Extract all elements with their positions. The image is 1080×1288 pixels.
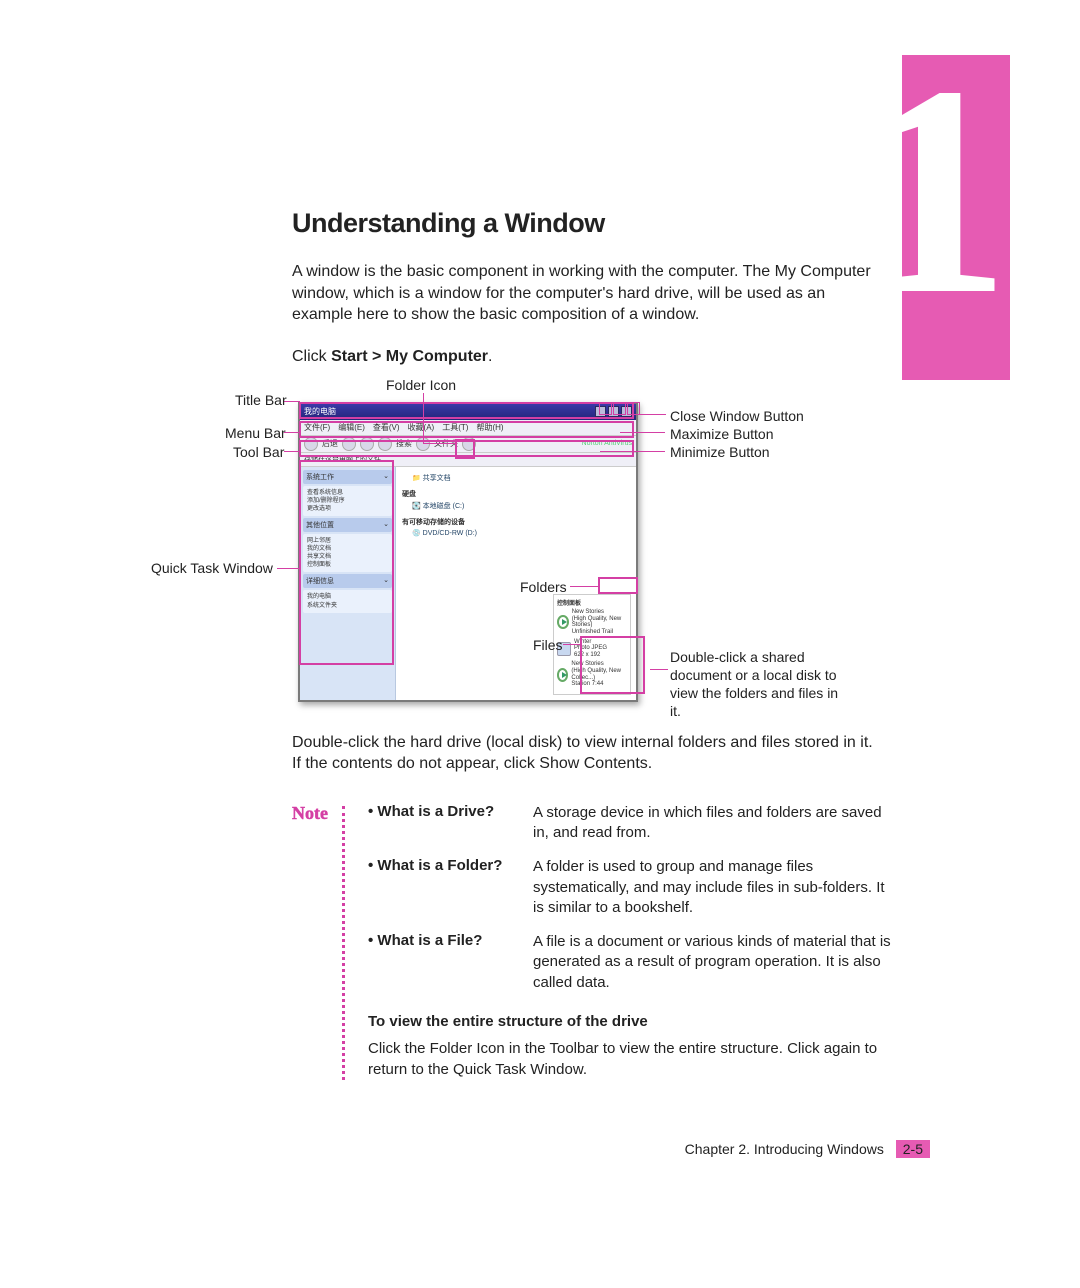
click-path: Start > My Computer — [331, 348, 488, 365]
def-desc: A storage device in which files and fold… — [533, 803, 902, 844]
leader-line — [423, 393, 424, 443]
page-title: Understanding a Window — [292, 208, 930, 239]
note-divider — [342, 806, 356, 1080]
leader-line — [600, 451, 665, 452]
note-label: Note — [292, 803, 342, 1080]
def-desc: A folder is used to group and manage fil… — [533, 857, 902, 918]
media-icon — [557, 668, 568, 682]
callout-menu-bar: Menu Bar — [225, 425, 286, 441]
def-term: What is a Folder? — [368, 857, 533, 918]
callout-quick-task: Quick Task Window — [151, 560, 273, 576]
callout-folders: Folders — [520, 579, 567, 595]
highlight-folders — [598, 577, 638, 594]
footer-chapter: Chapter 2. Introducing Windows — [685, 1141, 884, 1157]
detail-title: 控制面板 — [557, 598, 627, 607]
callout-shared-tip: Double-click a shared document or a loca… — [670, 648, 840, 721]
callout-title-bar: Title Bar — [235, 392, 287, 408]
drive-item[interactable]: 💽 本地磁盘 (C:) — [412, 501, 630, 511]
detail-row[interactable]: New Stories(High Quality, New Stories)Un… — [557, 609, 627, 635]
callout-tool-bar: Tool Bar — [233, 444, 284, 460]
def-term: What is a Drive? — [368, 803, 533, 844]
leader-line — [423, 443, 457, 444]
leader-line — [650, 669, 668, 670]
leader-line — [638, 414, 666, 415]
callout-close-button: Close Window Button — [670, 408, 804, 424]
leader-line — [284, 451, 300, 452]
click-suffix: . — [488, 348, 492, 365]
intro-paragraph: A window is the basic component in worki… — [292, 261, 882, 326]
folder-item[interactable]: 📁 共享文档 — [412, 473, 630, 483]
footer-page-number: 2-5 — [896, 1140, 930, 1158]
group-header: 有可移动存储的设备 — [402, 517, 630, 527]
callout-folder-icon: Folder Icon — [386, 377, 456, 393]
callout-maximize-button: Maximize Button — [670, 426, 773, 442]
click-instruction: Click Start > My Computer. — [292, 348, 930, 366]
page-footer: Chapter 2. Introducing Windows 2-5 — [170, 1140, 930, 1158]
leader-line — [563, 644, 580, 645]
def-desc: A file is a document or various kinds of… — [533, 932, 902, 993]
after-paragraph: Double-click the hard drive (local disk)… — [292, 732, 882, 775]
leader-line — [570, 586, 598, 587]
drive-item[interactable]: 💿 DVD/CD-RW (D:) — [412, 529, 630, 537]
leader-line — [284, 432, 300, 433]
click-prefix: Click — [292, 348, 331, 365]
leader-line — [277, 568, 299, 569]
note-block: Note What is a Drive? A storage device i… — [292, 803, 902, 1080]
highlight-files — [580, 636, 645, 694]
leader-line — [620, 432, 665, 433]
window-diagram: 我的电脑 文件(F) 编辑(E) 查看(V) 收藏(A) 工具(T) 帮助(H) — [170, 374, 940, 714]
callout-minimize-button: Minimize Button — [670, 444, 770, 460]
group-header: 硬盘 — [402, 489, 630, 499]
def-term: What is a File? — [368, 932, 533, 993]
highlight-max-btn — [613, 402, 626, 415]
highlight-folder-icon — [455, 439, 475, 459]
note-subhead: To view the entire structure of the driv… — [368, 1013, 902, 1030]
media-icon — [557, 615, 569, 629]
callout-files: Files — [533, 637, 563, 653]
highlight-min-btn — [599, 402, 612, 415]
note-paragraph: Click the Folder Icon in the Toolbar to … — [368, 1038, 902, 1080]
highlight-title-bar — [299, 402, 634, 419]
highlight-menu-bar — [299, 421, 634, 438]
highlight-quick-task — [299, 460, 394, 665]
